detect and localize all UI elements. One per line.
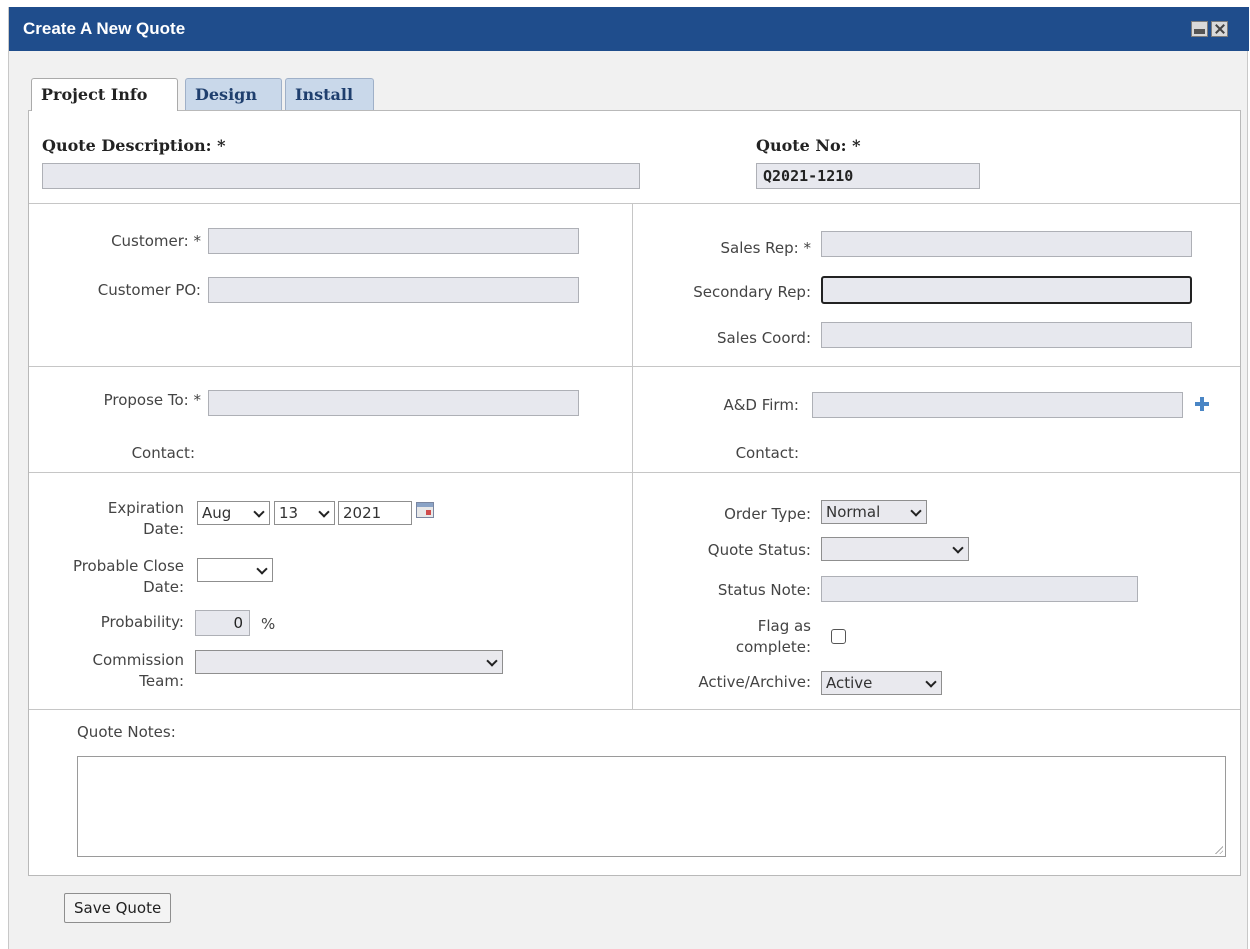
divider bbox=[29, 203, 1240, 204]
chevron-down-icon bbox=[256, 563, 268, 575]
chevron-down-icon bbox=[952, 542, 964, 554]
expiration-day-value: 13 bbox=[279, 504, 299, 522]
dialog-titlebar: Create A New Quote bbox=[9, 7, 1249, 51]
chevron-down-icon bbox=[253, 506, 265, 518]
close-icon[interactable] bbox=[1211, 21, 1228, 37]
sales-coord-label: Sales Coord: bbox=[717, 329, 811, 347]
column-divider bbox=[632, 203, 633, 709]
expiration-month-value: Aug bbox=[202, 504, 232, 522]
expiration-day-select[interactable]: 13 bbox=[274, 501, 335, 525]
quote-notes-textarea[interactable] bbox=[77, 756, 1226, 857]
quote-description-field[interactable] bbox=[42, 163, 640, 189]
divider bbox=[29, 472, 1240, 473]
commission-label-line2: Team: bbox=[139, 672, 184, 690]
probable-close-date-label: Probable Close Date: bbox=[39, 556, 184, 598]
ad-contact-label: Contact: bbox=[735, 444, 799, 462]
customer-field[interactable] bbox=[208, 228, 579, 254]
plus-icon[interactable] bbox=[1195, 397, 1209, 411]
chevron-down-icon bbox=[318, 506, 330, 518]
chevron-down-icon bbox=[925, 676, 937, 688]
status-note-label: Status Note: bbox=[717, 581, 811, 599]
flag-complete-label: Flag as complete: bbox=[647, 616, 811, 658]
active-archive-value: Active bbox=[826, 674, 873, 692]
expiration-date-label: Expiration Date: bbox=[39, 498, 184, 540]
propose-to-field[interactable] bbox=[208, 390, 579, 416]
chevron-down-icon bbox=[486, 655, 498, 667]
probable-close-label-line2: Date: bbox=[143, 578, 184, 596]
probable-close-select[interactable] bbox=[197, 558, 273, 582]
flag-label-line2: complete: bbox=[735, 638, 811, 656]
expiration-label-line2: Date: bbox=[143, 520, 184, 538]
expiration-year-input[interactable]: 2021 bbox=[338, 501, 412, 525]
project-info-panel: Quote Description: * Quote No: * Q2021-1… bbox=[28, 110, 1241, 876]
quote-status-select[interactable] bbox=[821, 537, 969, 561]
propose-to-label: Propose To: * bbox=[103, 391, 201, 409]
flag-label-line1: Flag as bbox=[757, 617, 811, 635]
quote-no-field[interactable]: Q2021-1210 bbox=[756, 163, 980, 189]
save-quote-button[interactable]: Save Quote bbox=[64, 893, 172, 923]
secondary-rep-field[interactable] bbox=[821, 276, 1192, 304]
tab-install[interactable]: Install bbox=[285, 78, 374, 110]
commission-team-label: Commission Team: bbox=[39, 650, 184, 692]
sales-rep-field[interactable] bbox=[821, 231, 1192, 257]
ad-firm-field[interactable] bbox=[812, 392, 1183, 418]
calendar-icon[interactable] bbox=[416, 502, 434, 518]
secondary-rep-label: Secondary Rep: bbox=[693, 283, 811, 301]
sales-rep-label: Sales Rep: * bbox=[720, 239, 811, 257]
divider bbox=[29, 366, 1240, 367]
commission-label-line1: Commission bbox=[92, 651, 184, 669]
customer-po-label: Customer PO: bbox=[97, 281, 201, 299]
tab-design[interactable]: Design bbox=[185, 78, 282, 110]
order-type-value: Normal bbox=[826, 503, 881, 521]
minimize-icon[interactable] bbox=[1191, 21, 1208, 37]
commission-team-select[interactable] bbox=[195, 650, 503, 674]
active-archive-select[interactable]: Active bbox=[821, 671, 942, 695]
probable-close-label-line1: Probable Close bbox=[72, 557, 184, 575]
expiration-month-select[interactable]: Aug bbox=[197, 501, 270, 525]
probability-label: Probability: bbox=[100, 613, 184, 631]
quote-dialog: Create A New Quote Project Info Design I… bbox=[8, 7, 1249, 949]
contact-label: Contact: bbox=[131, 444, 195, 462]
expiration-label-line1: Expiration bbox=[107, 499, 184, 517]
flag-complete-checkbox[interactable] bbox=[831, 629, 846, 644]
tab-project-info[interactable]: Project Info bbox=[31, 78, 178, 111]
sales-coord-field[interactable] bbox=[821, 322, 1192, 348]
ad-firm-label: A&D Firm: bbox=[723, 396, 799, 414]
customer-po-field[interactable] bbox=[208, 277, 579, 303]
order-type-select[interactable]: Normal bbox=[821, 500, 927, 524]
quote-notes-label: Quote Notes: bbox=[77, 723, 176, 741]
probability-field[interactable]: 0 bbox=[195, 610, 250, 636]
quote-no-label: Quote No: * bbox=[756, 136, 861, 155]
dialog-title: Create A New Quote bbox=[23, 19, 186, 38]
chevron-down-icon bbox=[910, 505, 922, 517]
divider bbox=[29, 709, 1240, 710]
probability-unit: % bbox=[261, 615, 276, 633]
quote-description-label: Quote Description: * bbox=[42, 136, 226, 155]
resize-handle-icon[interactable] bbox=[1214, 845, 1223, 854]
quote-status-label: Quote Status: bbox=[707, 541, 811, 559]
order-type-label: Order Type: bbox=[724, 505, 811, 523]
active-archive-label: Active/Archive: bbox=[698, 673, 811, 691]
status-note-field[interactable] bbox=[821, 576, 1138, 602]
customer-label: Customer: * bbox=[111, 232, 201, 250]
